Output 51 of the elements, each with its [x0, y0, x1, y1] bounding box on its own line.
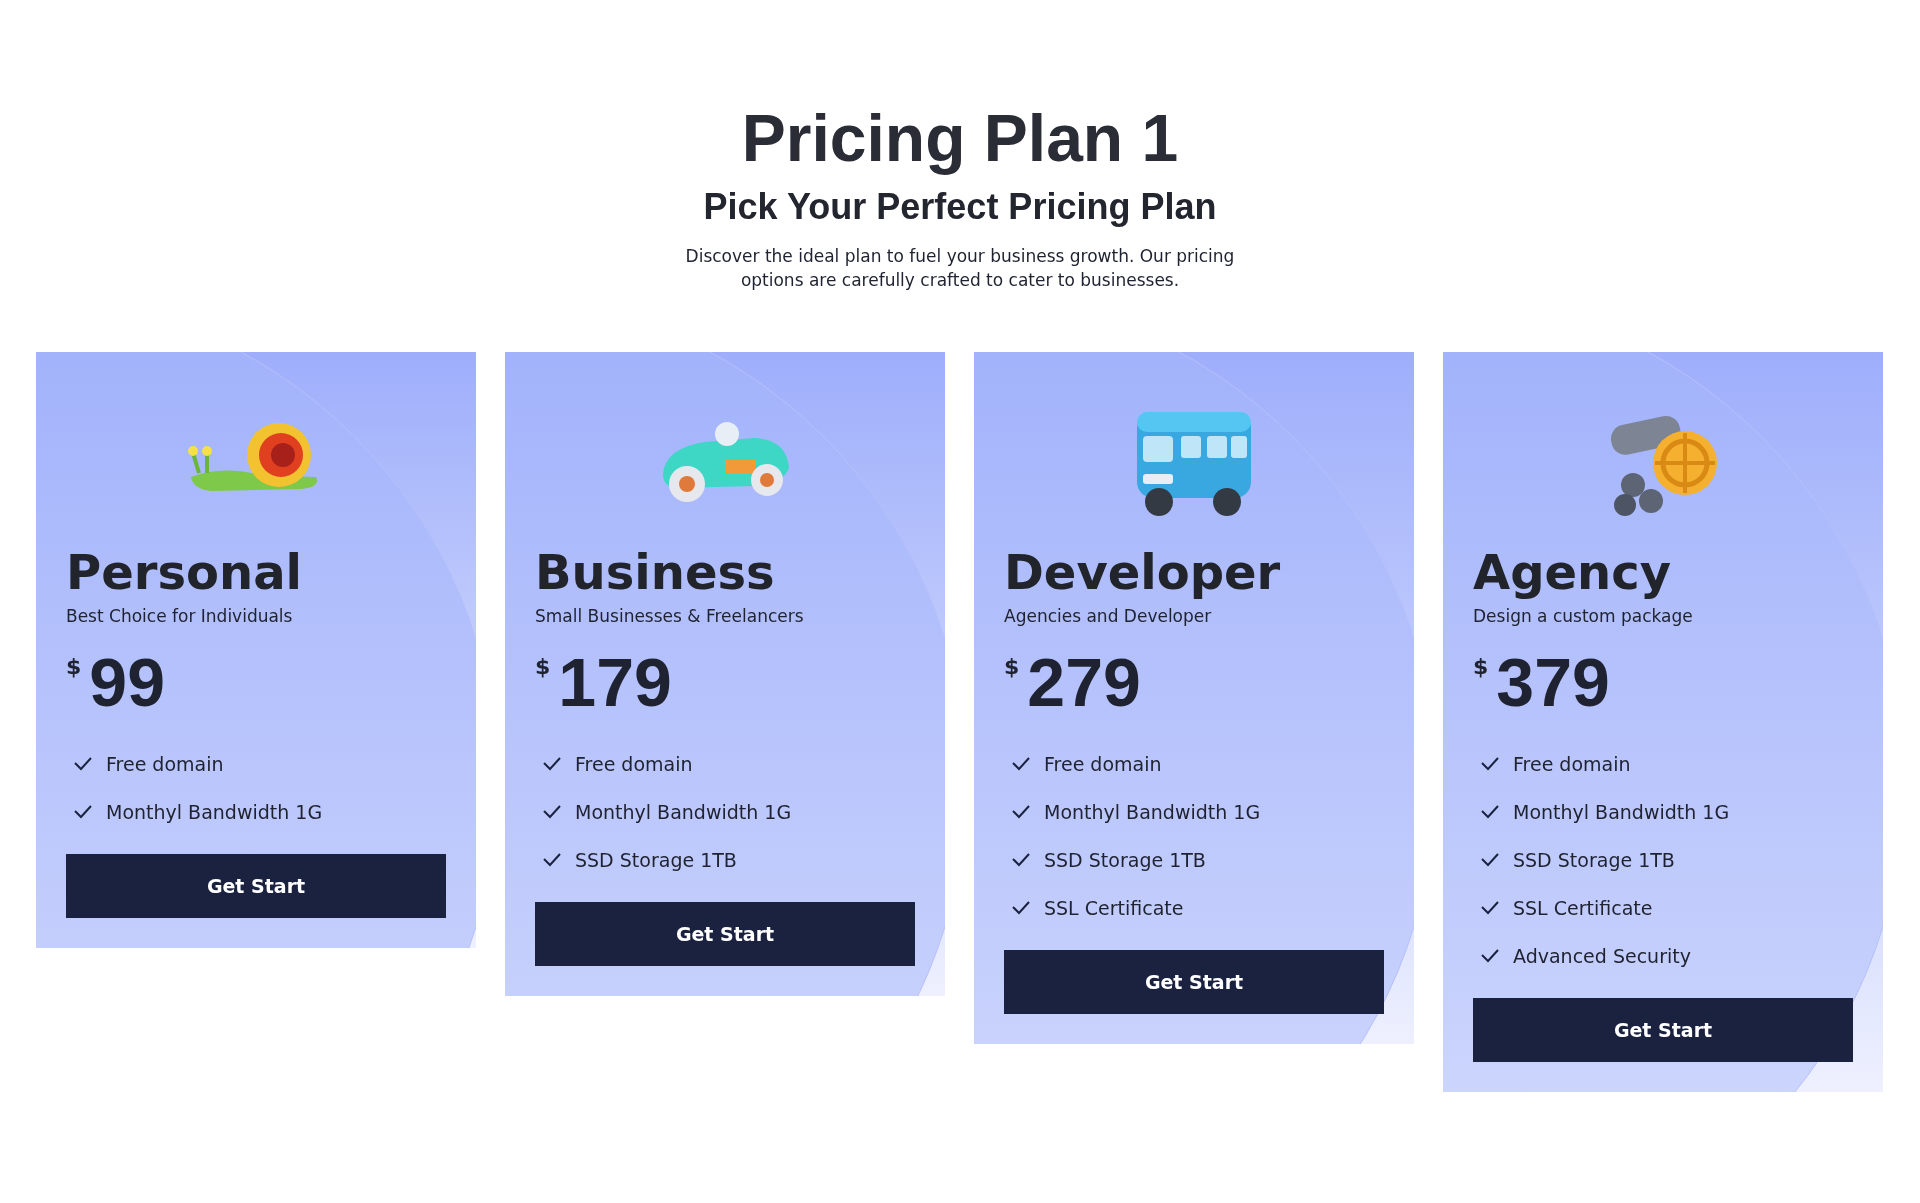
check-icon: [1012, 757, 1030, 771]
plan-name: Agency: [1473, 544, 1672, 600]
get-start-button[interactable]: Get Start: [1004, 950, 1384, 1014]
feature-text: Monthyl Bandwidth 1G: [1044, 801, 1261, 823]
check-icon: [1481, 901, 1499, 915]
plan-price: 179: [558, 648, 672, 716]
feature-text: Free domain: [575, 753, 693, 775]
feature-text: Monthyl Bandwidth 1G: [106, 801, 323, 823]
feature-text: SSL Certificate: [1513, 897, 1653, 919]
check-icon: [1012, 853, 1030, 867]
currency-symbol: $: [1473, 654, 1489, 679]
check-icon: [1012, 901, 1030, 915]
plan-name: Business: [535, 544, 776, 600]
get-start-button[interactable]: Get Start: [66, 854, 446, 918]
plan-price: 379: [1496, 648, 1610, 716]
get-start-button[interactable]: Get Start: [1473, 998, 1853, 1062]
feature-text: SSD Storage 1TB: [1513, 849, 1675, 871]
plan-tagline: Best Choice for Individuals: [66, 606, 294, 626]
check-icon: [1481, 949, 1499, 963]
check-icon: [543, 853, 561, 867]
check-icon: [543, 805, 561, 819]
check-icon: [1481, 805, 1499, 819]
page-subtitle: Pick Your Perfect Pricing Plan: [702, 186, 1218, 228]
check-icon: [1012, 805, 1030, 819]
plan-name: Personal: [66, 544, 303, 600]
page-title: Pricing Plan 1: [740, 100, 1180, 176]
check-icon: [1481, 853, 1499, 867]
feature-text: Free domain: [106, 753, 224, 775]
feature-text: Free domain: [1513, 753, 1631, 775]
check-icon: [74, 805, 92, 819]
feature-text: SSL Certificate: [1044, 897, 1184, 919]
feature-text: Monthyl Bandwidth 1G: [575, 801, 792, 823]
currency-symbol: $: [1004, 654, 1020, 679]
feature-text: SSD Storage 1TB: [1044, 849, 1206, 871]
check-icon: [74, 757, 92, 771]
currency-symbol: $: [535, 654, 551, 679]
plan-tagline: Small Businesses & Freelancers: [535, 606, 805, 626]
plan-tagline: Agencies and Developer: [1004, 606, 1213, 626]
feature-text: Free domain: [1044, 753, 1162, 775]
plan-name: Developer: [1004, 544, 1282, 600]
feature-text: SSD Storage 1TB: [575, 849, 737, 871]
plan-tagline: Design a custom package: [1473, 606, 1694, 626]
page-description: Discover the ideal plan to fuel your business growth. Our pricing options are carefully crafted to cater to businesses.: [684, 245, 1236, 292]
plan-price: 279: [1027, 648, 1141, 716]
check-icon: [543, 757, 561, 771]
currency-symbol: $: [66, 654, 82, 679]
plan-price: 99: [89, 648, 165, 716]
feature-text: Advanced Security: [1513, 945, 1691, 967]
get-start-button[interactable]: Get Start: [535, 902, 915, 966]
check-icon: [1481, 757, 1499, 771]
feature-text: Monthyl Bandwidth 1G: [1513, 801, 1730, 823]
